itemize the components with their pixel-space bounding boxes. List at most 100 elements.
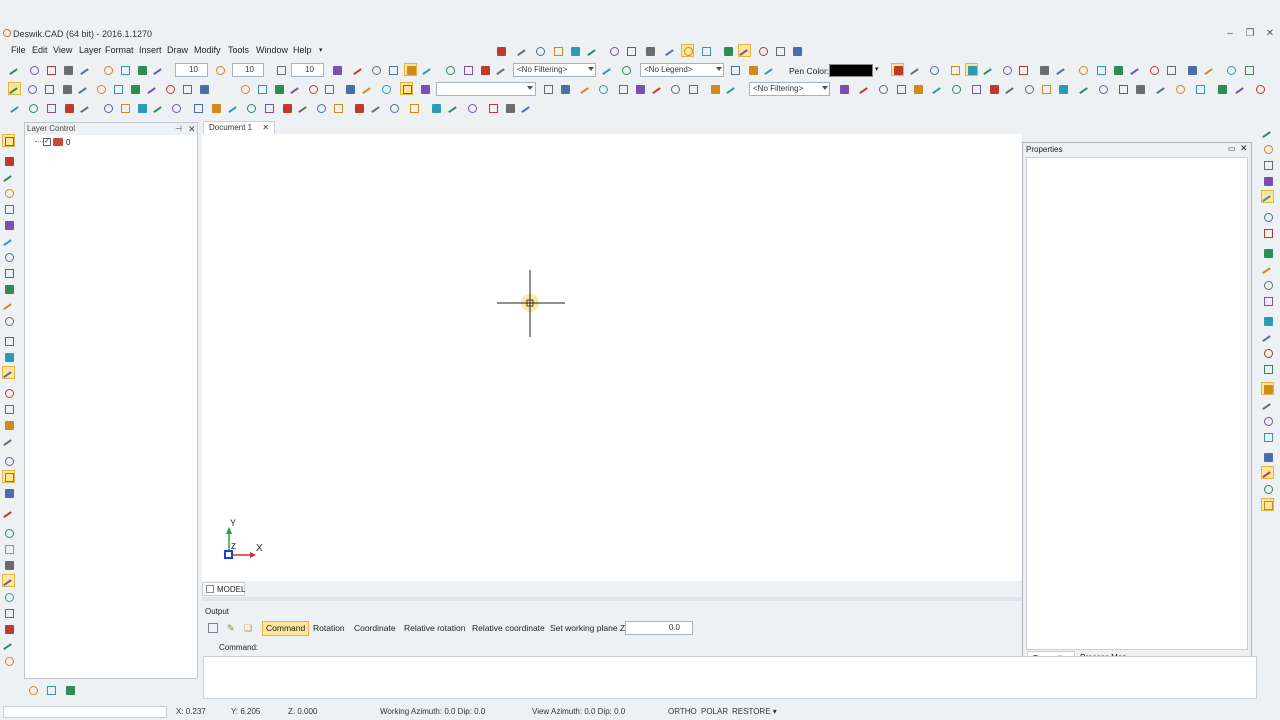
right-tool-21-1-icon[interactable]	[1261, 466, 1275, 484]
filter-1-icon[interactable]	[601, 63, 615, 81]
modify-7-icon[interactable]	[465, 101, 478, 114]
view-8-icon[interactable]	[128, 82, 141, 95]
zoom-1-icon[interactable]	[837, 82, 850, 95]
file-2-icon[interactable]	[27, 63, 40, 76]
left-tool-19-1-icon[interactable]	[2, 434, 16, 452]
zoom-11-icon[interactable]	[1022, 82, 1035, 95]
set-working-plane-z-button[interactable]: Set working plane Z	[546, 621, 629, 636]
shape-5-icon[interactable]	[262, 101, 275, 114]
polar-toggle[interactable]: POLAR	[701, 707, 728, 716]
zoom-3-icon[interactable]	[876, 82, 889, 95]
left-tool-23-1-icon[interactable]	[2, 506, 16, 524]
style-1-icon[interactable]	[891, 63, 904, 76]
view-5-icon[interactable]	[77, 82, 91, 100]
zoom-20-icon[interactable]	[1193, 82, 1206, 95]
drawing-canvas[interactable]: Y X Z	[202, 134, 1022, 581]
right-tool-22-1-icon[interactable]	[1261, 482, 1274, 495]
working-plane-z-input[interactable]: 0.0	[625, 621, 693, 635]
command-button[interactable]: Command	[262, 621, 310, 636]
style-15-icon[interactable]	[1147, 63, 1160, 76]
file-6-icon[interactable]	[101, 63, 114, 76]
file-7-icon[interactable]	[118, 63, 131, 76]
left-tool-14-1-icon[interactable]	[2, 350, 15, 363]
style-17-icon[interactable]	[1185, 63, 1198, 76]
layer-visibility-checkbox[interactable]: ✓	[43, 138, 51, 146]
zoom-4-icon[interactable]	[894, 82, 907, 95]
style-16-icon[interactable]	[1164, 63, 1177, 76]
restore-menu[interactable]: RESTORE ▾	[732, 707, 777, 716]
quick-2-icon[interactable]	[516, 44, 530, 62]
snap-1-icon[interactable]	[238, 82, 251, 95]
file-5-icon[interactable]	[79, 63, 93, 81]
left-tool-26-1-icon[interactable]	[2, 558, 15, 571]
left-tool-12-1-icon[interactable]	[2, 314, 15, 327]
shape-9-icon[interactable]	[331, 101, 344, 114]
snap-2-icon[interactable]	[255, 82, 268, 95]
right-tool-9-1-icon[interactable]	[1261, 262, 1275, 280]
left-tool-15-1-icon[interactable]	[2, 366, 16, 384]
left-tool-20-1-icon[interactable]	[2, 454, 15, 467]
left-tool-18-1-icon[interactable]	[2, 418, 15, 431]
file-9-icon[interactable]	[152, 63, 166, 81]
size-input-1[interactable]: 10	[175, 63, 208, 77]
zoom-8-icon[interactable]	[969, 82, 982, 95]
select-6-icon[interactable]	[633, 82, 646, 95]
zoom-17-icon[interactable]	[1133, 82, 1146, 95]
left-tool-32-1-icon[interactable]	[2, 654, 15, 667]
filter-select-1[interactable]: <No Filtering>	[513, 63, 596, 77]
layer-tool-3-icon[interactable]	[63, 683, 76, 696]
modify-9-icon[interactable]	[503, 101, 516, 114]
right-tool-10-1-icon[interactable]	[1261, 278, 1274, 291]
menu-overflow-icon[interactable]: ▾	[319, 46, 323, 54]
quick-9-icon[interactable]	[643, 44, 656, 57]
menu-layer[interactable]: Layer	[79, 45, 102, 55]
view-12-icon[interactable]	[197, 82, 210, 95]
view-1-icon[interactable]	[8, 82, 22, 100]
zoom-14-icon[interactable]	[1078, 82, 1092, 100]
left-tool-6-1-icon[interactable]	[2, 218, 15, 231]
right-tool-11-1-icon[interactable]	[1261, 294, 1274, 307]
ortho-toggle[interactable]: ORTHO	[668, 707, 697, 716]
snap-7-icon[interactable]	[343, 82, 356, 95]
zoom-10-icon[interactable]	[1004, 82, 1018, 100]
draw-1-icon[interactable]	[9, 101, 23, 119]
modify-4-icon[interactable]	[407, 101, 420, 114]
view-4-icon[interactable]	[60, 82, 73, 95]
right-tool-2-1-icon[interactable]	[1261, 142, 1274, 155]
pin-icon[interactable]: ⊣	[175, 123, 182, 135]
left-tool-16-1-icon[interactable]	[2, 386, 15, 399]
right-tool-20-1-icon[interactable]	[1261, 450, 1274, 463]
rotation-button[interactable]: Rotation	[309, 621, 349, 636]
snap-8-icon[interactable]	[361, 82, 375, 100]
modify-10-icon[interactable]	[520, 101, 534, 119]
left-tool-30-1-icon[interactable]	[2, 622, 15, 635]
modify-3-icon[interactable]	[387, 101, 400, 114]
zoom-2-icon[interactable]	[858, 82, 872, 100]
style-12-icon[interactable]	[1094, 63, 1107, 76]
select-4-icon[interactable]	[596, 82, 609, 95]
zoom-6-icon[interactable]	[931, 82, 945, 100]
draw-3-icon[interactable]	[44, 101, 57, 114]
left-tool-1-1-icon[interactable]	[2, 134, 15, 147]
left-tool-9-1-icon[interactable]	[2, 266, 15, 279]
view-11-icon[interactable]	[180, 82, 193, 95]
pen-color-swatch[interactable]	[829, 64, 873, 77]
draw-2-icon[interactable]	[26, 101, 39, 114]
shape-3-icon[interactable]	[227, 101, 241, 119]
edit-2-icon[interactable]	[352, 63, 366, 81]
style-20-icon[interactable]	[1242, 63, 1255, 76]
minimize-button[interactable]: ‒	[1223, 28, 1237, 40]
legend-select[interactable]: <No Legend>	[640, 63, 724, 77]
draw-8-icon[interactable]	[135, 101, 148, 114]
zoom-7-icon[interactable]	[949, 82, 962, 95]
maximize-panel-icon[interactable]: ▭	[1228, 144, 1236, 153]
right-tool-13-1-icon[interactable]	[1261, 330, 1275, 348]
size-input-3[interactable]: 10	[291, 63, 324, 77]
style-13-icon[interactable]	[1111, 63, 1124, 76]
file-4-icon[interactable]	[61, 63, 74, 76]
select-7-icon[interactable]	[651, 82, 665, 100]
left-tool-11-1-icon[interactable]	[2, 298, 16, 316]
edit-7-icon[interactable]	[443, 63, 456, 76]
layers-icon[interactable]: ❏	[244, 623, 254, 633]
copy-icon[interactable]	[208, 623, 218, 633]
